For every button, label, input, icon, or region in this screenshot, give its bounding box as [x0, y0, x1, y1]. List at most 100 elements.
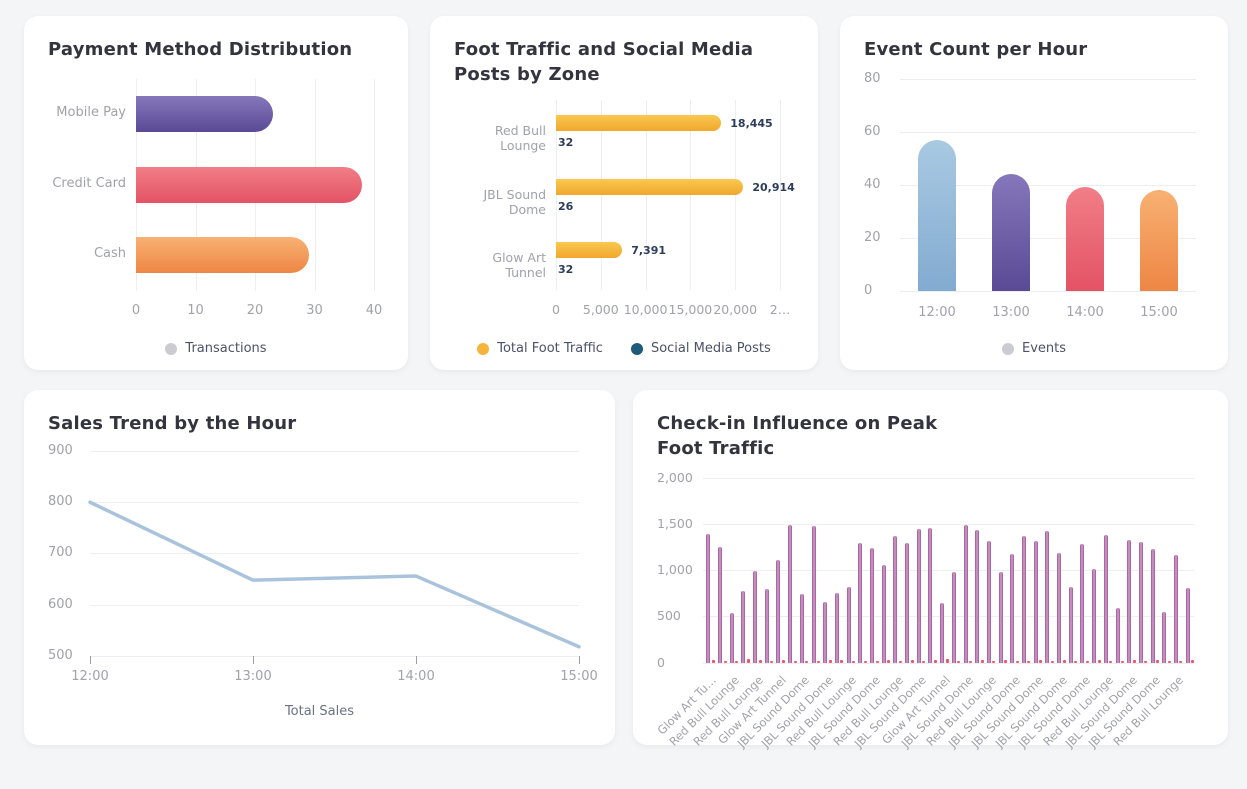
- payment-legend: Transactions: [24, 341, 408, 356]
- bar: [918, 140, 956, 291]
- checkin-bar: [969, 661, 972, 663]
- bar: [1066, 187, 1104, 290]
- axis-tick-label: 20: [864, 230, 881, 245]
- checkin-bar: [957, 661, 960, 663]
- bar: [1080, 544, 1084, 662]
- legend-item-total-foot-traffic[interactable]: Total Foot Traffic: [477, 341, 603, 356]
- legend-item-social-media-posts[interactable]: Social Media Posts: [631, 341, 771, 356]
- checkin-bar: [1086, 661, 1089, 663]
- checkin-chart-title: Check-in Influence on Peak Foot Traffic: [657, 412, 987, 462]
- checkin-bar: [1144, 661, 1147, 663]
- checkin-bar: [1121, 661, 1124, 663]
- grid-line: [703, 524, 1194, 525]
- transactions-legend-label: Transactions: [185, 341, 266, 356]
- transactions-legend-dot: [165, 343, 177, 355]
- checkin-bar: [1016, 661, 1019, 663]
- axis-tick-label: 0: [132, 303, 140, 318]
- bar: [975, 530, 979, 662]
- checkin-bar: [805, 661, 808, 663]
- bar: [940, 603, 944, 663]
- event-count-bar-chart: 12:0013:0014:0015:00020406080: [864, 79, 1204, 329]
- bar: [556, 115, 721, 131]
- checkin-bar: [899, 661, 902, 663]
- bar: [776, 560, 780, 662]
- axis-tick-label: 40: [864, 177, 881, 192]
- plot-area: 18,4453220,914267,3913205,00010,00015,00…: [556, 100, 780, 290]
- legend-item-transactions[interactable]: Transactions: [165, 341, 266, 356]
- events-legend-label: Events: [1022, 341, 1066, 356]
- sales-line-series: [90, 502, 579, 647]
- checkin-bar: [852, 661, 855, 663]
- sales-trend-line: [90, 451, 579, 656]
- checkin-bar: [1133, 660, 1136, 662]
- bar: [1162, 612, 1166, 662]
- bar: [1010, 554, 1014, 663]
- checkin-bar: [1004, 660, 1007, 663]
- bar: [893, 536, 897, 663]
- bar: [556, 179, 743, 195]
- bar: [741, 591, 745, 663]
- plot-area: 12:0013:0014:0015:00: [900, 79, 1196, 291]
- axis-tick-label: 13:00: [234, 669, 271, 684]
- bar: [870, 548, 874, 663]
- checkin-bar: [747, 659, 750, 662]
- checkin-bar: [1051, 661, 1054, 663]
- bar: [992, 174, 1030, 291]
- foot-traffic-bar-chart: 18,4453220,914267,3913205,00010,00015,00…: [454, 100, 794, 330]
- bar: [964, 525, 968, 662]
- value-label: 32: [558, 136, 573, 149]
- axis-tick-label: 1,000: [657, 562, 693, 577]
- events-legend-dot: [1002, 343, 1014, 355]
- bar: [136, 96, 273, 132]
- bar: [917, 529, 921, 662]
- grid-line: [900, 291, 1196, 292]
- checkin-bar: [724, 661, 727, 663]
- checkin-bar: [946, 659, 949, 662]
- bar: [928, 528, 932, 663]
- checkin-bar: [1168, 661, 1171, 663]
- grid-line: [374, 79, 375, 291]
- axis-tick-label: 800: [48, 494, 73, 509]
- dashboard-top-row: Payment Method Distribution 010203040Mob…: [24, 16, 1228, 370]
- legend-item-events[interactable]: Events: [1002, 341, 1066, 356]
- checkin-bar: [735, 661, 738, 663]
- checkin-bar: [864, 661, 867, 663]
- plot-area: 12:0013:0014:0015:00: [90, 451, 579, 656]
- bar: [1092, 569, 1096, 662]
- bar: [1186, 588, 1190, 663]
- bar: [1127, 540, 1131, 663]
- axis-tick-label: 40: [366, 303, 383, 318]
- axis-tick-label: 10,000: [624, 302, 668, 317]
- social-media-legend-dot: [631, 343, 643, 355]
- bar: [136, 237, 309, 273]
- checkin-bar: [1191, 660, 1194, 662]
- payment-bar-chart: 010203040Mobile PayCredit CardCash: [48, 79, 384, 329]
- axis-tick-label: 0: [552, 302, 560, 317]
- grid-line: [780, 100, 781, 290]
- axis-tick-mark: [90, 656, 91, 664]
- grid-line: [703, 663, 1194, 664]
- axis-tick-label: 2,000: [657, 470, 693, 485]
- bar: [1151, 549, 1155, 663]
- sales-trend-line-chart: 12:0013:0014:0015:00500600700800900: [48, 451, 591, 696]
- value-label: 20,914: [752, 181, 794, 194]
- category-label: Mobile Pay: [48, 105, 126, 120]
- foot-traffic-card: Foot Traffic and Social Media Posts by Z…: [430, 16, 818, 370]
- bar: [1045, 531, 1049, 662]
- category-label: JBL Sound Dome: [454, 187, 546, 217]
- bar: [753, 571, 757, 663]
- checkin-bar-chart: Glow Art Tu…Red Bull LoungeRed Bull Loun…: [657, 478, 1204, 770]
- checkin-bar: [817, 661, 820, 663]
- axis-tick-label: 12:00: [71, 669, 108, 684]
- bar: [556, 242, 622, 258]
- checkin-bar: [770, 661, 773, 663]
- social-media-legend-label: Social Media Posts: [651, 341, 771, 356]
- checkin-bar: [759, 660, 762, 662]
- event-count-card: Event Count per Hour 12:0013:0014:0015:0…: [840, 16, 1228, 370]
- checkin-bar: [1074, 661, 1077, 663]
- axis-tick-label: 60: [864, 124, 881, 139]
- category-label: Credit Card: [48, 176, 126, 191]
- bar: [1034, 541, 1038, 663]
- sales-trend-card: Sales Trend by the Hour 12:0013:0014:001…: [24, 390, 615, 745]
- foot-traffic-chart-title: Foot Traffic and Social Media Posts by Z…: [454, 38, 784, 88]
